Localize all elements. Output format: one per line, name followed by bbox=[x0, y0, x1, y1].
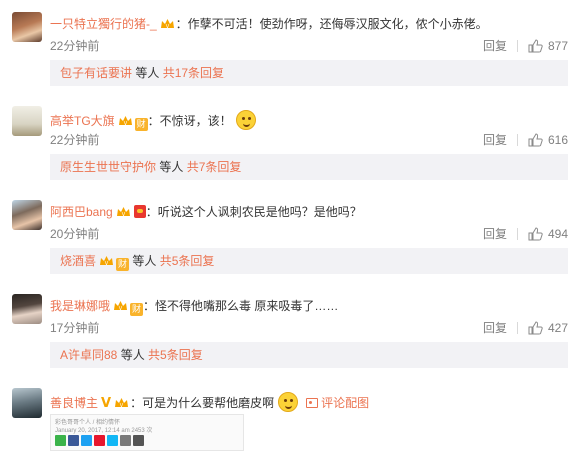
divider bbox=[516, 227, 518, 240]
cai-badge-icon: 财 bbox=[116, 258, 130, 271]
svg-text:V: V bbox=[120, 403, 124, 409]
like-count[interactable]: 877 bbox=[548, 39, 568, 53]
like-thumb-icon[interactable] bbox=[528, 132, 543, 147]
sub-reply-count-link[interactable]: 共17条回复 bbox=[163, 66, 224, 80]
sub-reply-box[interactable]: 原生生世世守护你 等人 共7条回复 bbox=[50, 154, 568, 180]
v-verified-icon: V bbox=[101, 396, 112, 411]
like-count[interactable]: 427 bbox=[548, 321, 568, 335]
emoji-icon bbox=[278, 392, 299, 412]
comment-line: 我是琳娜哦 V 财：怪不得他嘴那么毒 原来吸毒了…… bbox=[50, 298, 568, 316]
sub-reply-count-link[interactable]: 共7条回复 bbox=[187, 160, 242, 174]
sub-reply-mid: 等人 bbox=[117, 348, 149, 362]
share-icon bbox=[94, 435, 105, 446]
avatar[interactable] bbox=[12, 106, 42, 136]
svg-text:V: V bbox=[123, 121, 127, 127]
sub-reply-count-link[interactable]: 共5条回复 bbox=[148, 348, 203, 362]
vip-crown-icon: V bbox=[100, 256, 114, 267]
reply-button[interactable]: 回复 bbox=[483, 319, 507, 336]
like-count[interactable]: 616 bbox=[548, 133, 568, 147]
svg-text:V: V bbox=[119, 306, 123, 312]
vip-crown-icon: V bbox=[118, 116, 132, 127]
comment-image-thumbnail[interactable]: 彩色哥哥个人 / 相约情怀 January 20, 2017, 12:14 am… bbox=[50, 414, 244, 451]
comment-text: ：怪不得他嘴那么毒 原来吸毒了…… bbox=[143, 299, 339, 313]
avatar[interactable] bbox=[12, 200, 42, 230]
comment-text: ：作孽不可活！使劲作呀，还侮辱汉服文化，侬个小赤佬。 bbox=[175, 17, 488, 31]
sub-reply-user[interactable]: 烧酒喜 bbox=[60, 254, 96, 268]
sub-reply-box[interactable]: 烧酒喜 V 财 等人 共5条回复 bbox=[50, 248, 568, 274]
avatar[interactable] bbox=[12, 388, 42, 418]
like-thumb-icon[interactable] bbox=[528, 38, 543, 53]
thumb-share-row bbox=[55, 435, 146, 446]
username-link[interactable]: 善良博主 bbox=[50, 396, 98, 410]
emoji-icon bbox=[235, 110, 256, 130]
share-icon bbox=[133, 435, 144, 446]
sub-reply-user[interactable]: 原生生世世守护你 bbox=[60, 160, 156, 174]
sub-reply-box[interactable]: 包子有话要讲 等人 共17条回复 bbox=[50, 60, 568, 86]
comment-line: 一只特立獨行的猪-_ V ：作孽不可活！使劲作呀，还侮辱汉服文化，侬个小赤佬。 bbox=[50, 16, 568, 32]
username-link[interactable]: 高举TG大旗 bbox=[50, 114, 115, 128]
username-link[interactable]: 阿西巴bang bbox=[50, 205, 113, 219]
comment-picture-link[interactable]: 评论配图 bbox=[306, 396, 369, 410]
reply-button[interactable]: 回复 bbox=[483, 37, 507, 54]
svg-text:V: V bbox=[165, 24, 169, 30]
reply-button[interactable]: 回复 bbox=[483, 225, 507, 242]
comment-actions: 回复 616 bbox=[483, 131, 568, 148]
username-link[interactable]: 一只特立獨行的猪-_ bbox=[50, 17, 157, 31]
svg-text:V: V bbox=[121, 212, 125, 218]
divider bbox=[516, 39, 518, 52]
share-icon bbox=[81, 435, 92, 446]
divider bbox=[516, 321, 518, 334]
thumb-date: January 20, 2017, 12:14 am 2453 次 bbox=[55, 428, 153, 434]
comment-actions: 回复 877 bbox=[483, 37, 568, 54]
sub-reply-mid: 等人 bbox=[129, 254, 160, 268]
like-thumb-icon[interactable] bbox=[528, 226, 543, 241]
comment-actions: 回复 427 bbox=[483, 319, 568, 336]
avatar[interactable] bbox=[12, 294, 42, 324]
comment-item: 高举TG大旗 V 财：不惊讶，该！ 22分钟前 回复 616 原生生世世守护你 等人… bbox=[0, 106, 578, 186]
comment-time: 20分钟前 bbox=[50, 227, 100, 241]
comment-line: 阿西巴bang V ：听说这个人讽刺农民是他吗？是他吗？ bbox=[50, 204, 568, 220]
sub-reply-box[interactable]: A许卓同88 等人 共5条回复 bbox=[50, 342, 568, 368]
share-icon bbox=[55, 435, 66, 446]
vip-crown-icon: V bbox=[114, 301, 128, 312]
vip-crown-icon: V bbox=[115, 398, 129, 409]
share-icon bbox=[120, 435, 131, 446]
picture-icon bbox=[306, 398, 319, 408]
sub-reply-mid: 等人 bbox=[156, 160, 187, 174]
sub-reply-user[interactable]: 包子有话要讲 bbox=[60, 66, 132, 80]
comment-list: 一只特立獨行的猪-_ V ：作孽不可活！使劲作呀，还侮辱汉服文化，侬个小赤佬。 22… bbox=[0, 0, 578, 451]
username-link[interactable]: 我是琳娜哦 bbox=[50, 299, 110, 313]
cai-badge-icon: 财 bbox=[134, 118, 148, 131]
comment-actions: 回复 494 bbox=[483, 225, 568, 242]
sub-reply-mid: 等人 bbox=[132, 66, 163, 80]
comment-line: 高举TG大旗 V 财：不惊讶，该！ bbox=[50, 110, 568, 131]
divider bbox=[516, 133, 518, 146]
red-envelope-icon bbox=[133, 205, 146, 218]
comment-text: ：听说这个人讽刺农民是他吗？是他吗？ bbox=[145, 205, 362, 219]
cai-badge-icon: 财 bbox=[130, 303, 144, 316]
comment-time: 17分钟前 bbox=[50, 321, 100, 335]
comment-line: 善良博主 V V ：可是为什么要帮他磨皮啊 评论配图 bbox=[50, 392, 568, 412]
sub-reply-user[interactable]: A许卓同88 bbox=[60, 348, 117, 362]
vip-crown-icon: V bbox=[160, 19, 174, 30]
comment-time: 22分钟前 bbox=[50, 133, 100, 147]
reply-button[interactable]: 回复 bbox=[483, 131, 507, 148]
share-icon bbox=[68, 435, 79, 446]
share-icon bbox=[107, 435, 118, 446]
sub-reply-count-link[interactable]: 共5条回复 bbox=[160, 254, 215, 268]
vip-crown-icon: V bbox=[116, 207, 130, 218]
comment-item: 一只特立獨行的猪-_ V ：作孽不可活！使劲作呀，还侮辱汉服文化，侬个小赤佬。 22… bbox=[0, 12, 578, 92]
comment-text: ：可是为什么要帮他磨皮啊 bbox=[130, 396, 275, 410]
svg-text:V: V bbox=[105, 261, 109, 267]
like-count[interactable]: 494 bbox=[548, 227, 568, 241]
comment-time: 22分钟前 bbox=[50, 39, 100, 53]
comment-text: ：不惊讶，该！ bbox=[147, 114, 232, 128]
comment-picture-label: 评论配图 bbox=[321, 396, 370, 410]
like-thumb-icon[interactable] bbox=[528, 320, 543, 335]
avatar[interactable] bbox=[12, 12, 42, 42]
comment-item: 我是琳娜哦 V 财：怪不得他嘴那么毒 原来吸毒了…… 17分钟前 回复 427 A许… bbox=[0, 294, 578, 374]
comment-item: 阿西巴bang V ：听说这个人讽刺农民是他吗？是他吗？ 20分钟前 回复 494 … bbox=[0, 200, 578, 280]
